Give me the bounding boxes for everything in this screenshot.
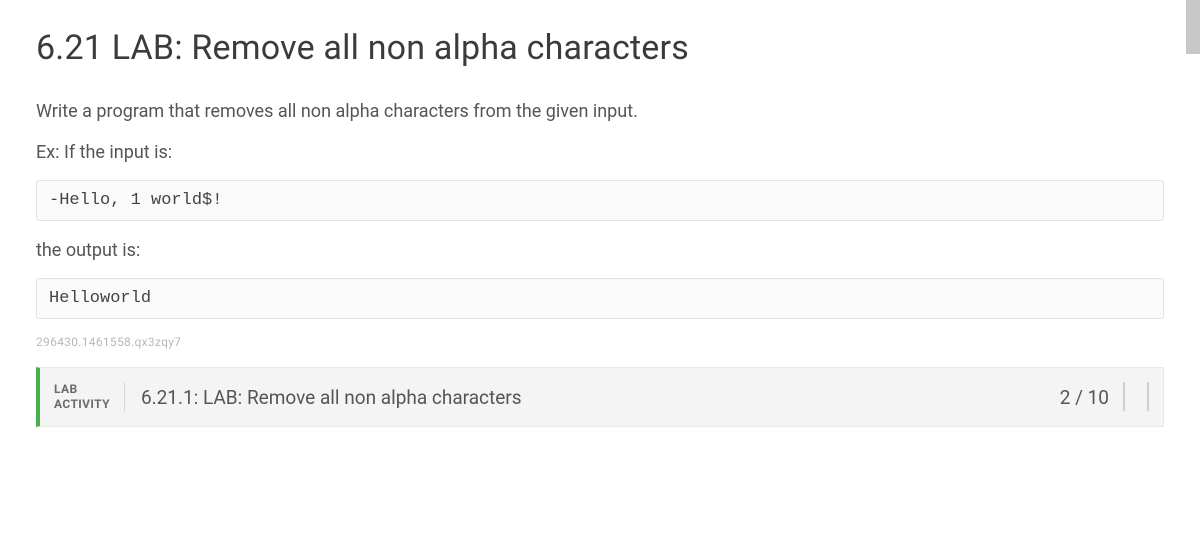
bookmark-icon[interactable] <box>1123 382 1149 412</box>
example-output-block: Helloworld <box>36 278 1164 319</box>
output-intro: the output is: <box>36 237 1164 264</box>
activity-banner[interactable]: LAB ACTIVITY 6.21.1: LAB: Remove all non… <box>36 367 1164 427</box>
example-input-block: -Hello, 1 world$! <box>36 180 1164 221</box>
activity-tag-line1: LAB <box>54 382 110 397</box>
instruction-text: Write a program that removes all non alp… <box>36 98 1164 125</box>
example-intro: Ex: If the input is: <box>36 139 1164 166</box>
activity-tag: LAB ACTIVITY <box>54 382 125 412</box>
trace-id: 296430.1461558.qx3zqy7 <box>36 335 1164 349</box>
scrollbar-thumb[interactable] <box>1186 0 1200 54</box>
activity-tag-line2: ACTIVITY <box>54 397 110 412</box>
activity-score: 2 / 10 <box>1060 386 1119 409</box>
activity-title: 6.21.1: LAB: Remove all non alpha charac… <box>125 386 1060 409</box>
lab-page: 6.21 LAB: Remove all non alpha character… <box>0 0 1200 547</box>
page-title: 6.21 LAB: Remove all non alpha character… <box>36 28 1164 68</box>
